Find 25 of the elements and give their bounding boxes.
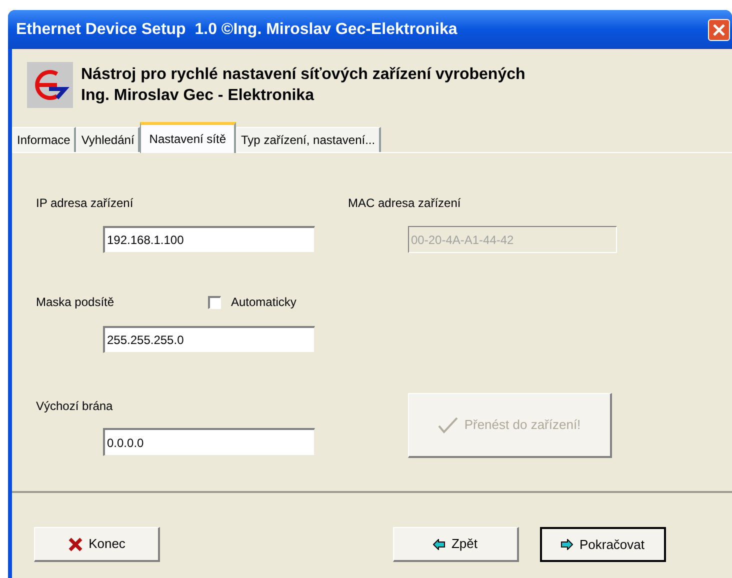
close-button[interactable] bbox=[708, 18, 730, 40]
logo-icon bbox=[27, 62, 73, 108]
field-label: Výchozí brána bbox=[36, 398, 114, 413]
back-button[interactable]: Zpět bbox=[393, 527, 519, 562]
tab[interactable]: Typ zařízení, nastavení... bbox=[236, 127, 382, 152]
window-title: Ethernet Device Setup 1.0 ©Ing. Miroslav Gec-Elektronika bbox=[16, 20, 458, 40]
cross-icon bbox=[68, 536, 83, 552]
close-button[interactable]: Konec bbox=[34, 527, 160, 562]
tab[interactable]: Vyhledání bbox=[76, 127, 140, 152]
ip-address-field[interactable]: 192.168.1.100 bbox=[103, 226, 315, 253]
automatic-checkbox[interactable]: Automaticky bbox=[208, 293, 296, 311]
gateway-field[interactable]: 0.0.0.0 bbox=[103, 428, 315, 456]
header-text: Nástroj pro rychlé nastavení síťových zařízení vyrobených bbox=[81, 65, 526, 85]
checkmark-icon bbox=[438, 416, 458, 434]
field-label: IP adresa zařízení bbox=[36, 195, 134, 210]
field-label: MAC adresa zařízení bbox=[348, 195, 462, 210]
left-arrow-icon bbox=[433, 538, 446, 550]
header-text: Ing. Miroslav Gec - Elektronika bbox=[81, 86, 316, 106]
right-arrow-icon bbox=[561, 539, 574, 550]
tab[interactable]: Nastavení sítě bbox=[140, 122, 236, 153]
close-icon bbox=[713, 24, 725, 36]
continue-button[interactable]: Pokračovat bbox=[540, 527, 666, 562]
field-label: Maska podsítě bbox=[36, 294, 116, 311]
subnet-mask-field[interactable]: 255.255.255.0 bbox=[103, 326, 315, 353]
tab[interactable]: Informace bbox=[12, 127, 76, 152]
